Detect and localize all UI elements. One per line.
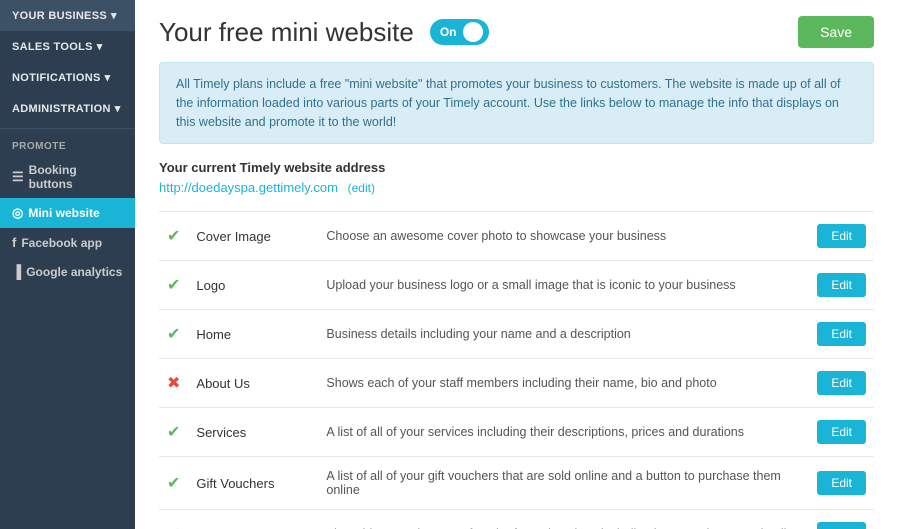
website-address-label: Your current Timely website address	[159, 160, 874, 175]
google-analytics-label: Google analytics	[26, 265, 122, 279]
facebook-app-label: Facebook app	[21, 236, 102, 250]
sidebar-item-sales-tools[interactable]: SALES TOOLS ▾	[0, 31, 135, 62]
website-edit-link[interactable]: (edit)	[348, 181, 375, 195]
item-name-cover-image: Cover Image	[188, 212, 318, 261]
item-name-logo: Logo	[188, 261, 318, 310]
edit-btn-about-us[interactable]: Edit	[804, 359, 874, 408]
sidebar-item-booking-buttons[interactable]: ☰ Booking buttons	[0, 156, 135, 198]
item-name-home: Home	[188, 310, 318, 359]
item-name-locations-hours: Locations / Hours	[188, 510, 318, 529]
chevron-icon: ▾	[111, 9, 117, 22]
website-address-section: Your current Timely website address http…	[159, 160, 874, 195]
sidebar-item-google-analytics[interactable]: ▐ Google analytics	[0, 257, 135, 286]
administration-label: ADMINISTRATION	[12, 103, 111, 115]
analytics-icon: ▐	[12, 264, 21, 279]
facebook-icon: f	[12, 235, 16, 250]
edit-button-cover-image[interactable]: Edit	[817, 224, 866, 248]
info-banner: All Timely plans include a free "mini we…	[159, 62, 874, 144]
edit-button-services[interactable]: Edit	[817, 420, 866, 444]
edit-button-about-us[interactable]: Edit	[817, 371, 866, 395]
edit-button-home[interactable]: Edit	[817, 322, 866, 346]
globe-icon: ◎	[12, 205, 23, 221]
edit-btn-gift-vouchers[interactable]: Edit	[804, 457, 874, 510]
edit-button-logo[interactable]: Edit	[817, 273, 866, 297]
chevron-icon: ▾	[97, 40, 103, 53]
edit-button-locations-hours[interactable]: Edit	[817, 522, 866, 529]
edit-btn-home[interactable]: Edit	[804, 310, 874, 359]
toggle-switch[interactable]: On	[430, 19, 489, 45]
save-button[interactable]: Save	[798, 16, 874, 48]
item-desc-home: Business details including your name and…	[318, 310, 804, 359]
edit-btn-cover-image[interactable]: Edit	[804, 212, 874, 261]
sidebar-item-notifications[interactable]: NOTIFICATIONS ▾	[0, 62, 135, 93]
edit-btn-locations-hours[interactable]: Edit	[804, 510, 874, 529]
sidebar-item-administration[interactable]: ADMINISTRATION ▾	[0, 93, 135, 124]
item-name-about-us: About Us	[188, 359, 318, 408]
sidebar: YOUR BUSINESS ▾ SALES TOOLS ▾ NOTIFICATI…	[0, 0, 135, 529]
website-url-link[interactable]: http://doedayspa.gettimely.com	[159, 180, 338, 195]
item-desc-cover-image: Choose an awesome cover photo to showcas…	[318, 212, 804, 261]
sidebar-item-mini-website[interactable]: ◎ Mini website	[0, 198, 135, 228]
edit-btn-services[interactable]: Edit	[804, 408, 874, 457]
table-row-logo: ✔ Logo Upload your business logo or a sm…	[159, 261, 874, 310]
item-desc-about-us: Shows each of your staff members includi…	[318, 359, 804, 408]
chevron-icon: ▾	[105, 71, 111, 84]
status-icon-logo: ✔	[159, 261, 188, 310]
sales-tools-label: SALES TOOLS	[12, 41, 93, 53]
item-desc-gift-vouchers: A list of all of your gift vouchers that…	[318, 457, 804, 510]
edit-button-gift-vouchers[interactable]: Edit	[817, 471, 866, 495]
toggle-label: On	[440, 25, 457, 39]
promote-section-label: PROMOTE	[0, 133, 135, 156]
status-icon-services: ✔	[159, 408, 188, 457]
chevron-icon: ▾	[115, 102, 121, 115]
booking-icon: ☰	[12, 169, 24, 185]
mini-website-label: Mini website	[28, 206, 99, 220]
sidebar-item-your-business[interactable]: YOUR BUSINESS ▾	[0, 0, 135, 31]
sidebar-item-facebook-app[interactable]: f Facebook app	[0, 228, 135, 257]
your-business-label: YOUR BUSINESS	[12, 10, 107, 22]
table-row-gift-vouchers: ✔ Gift Vouchers A list of all of your gi…	[159, 457, 874, 510]
item-name-gift-vouchers: Gift Vouchers	[188, 457, 318, 510]
item-desc-locations-hours: The address and a map of each of your lo…	[318, 510, 804, 529]
table-row-locations-hours: ✔ Locations / Hours The address and a ma…	[159, 510, 874, 529]
toggle-knob	[463, 22, 483, 42]
item-desc-logo: Upload your business logo or a small ima…	[318, 261, 804, 310]
status-icon-cover-image: ✔	[159, 212, 188, 261]
table-row-cover-image: ✔ Cover Image Choose an awesome cover ph…	[159, 212, 874, 261]
notifications-label: NOTIFICATIONS	[12, 72, 101, 84]
table-row-home: ✔ Home Business details including your n…	[159, 310, 874, 359]
item-name-services: Services	[188, 408, 318, 457]
table-row-about-us: ✖ About Us Shows each of your staff memb…	[159, 359, 874, 408]
status-icon-home: ✔	[159, 310, 188, 359]
page-title: Your free mini website	[159, 17, 414, 48]
booking-buttons-label: Booking buttons	[29, 163, 123, 191]
page-header: Your free mini website On Save	[159, 16, 874, 48]
status-icon-about-us: ✖	[159, 359, 188, 408]
status-icon-gift-vouchers: ✔	[159, 457, 188, 510]
status-icon-locations-hours: ✔	[159, 510, 188, 529]
edit-btn-logo[interactable]: Edit	[804, 261, 874, 310]
items-table: ✔ Cover Image Choose an awesome cover ph…	[159, 211, 874, 529]
item-desc-services: A list of all of your services including…	[318, 408, 804, 457]
main-content: Your free mini website On Save All Timel…	[135, 0, 898, 529]
table-row-services: ✔ Services A list of all of your service…	[159, 408, 874, 457]
